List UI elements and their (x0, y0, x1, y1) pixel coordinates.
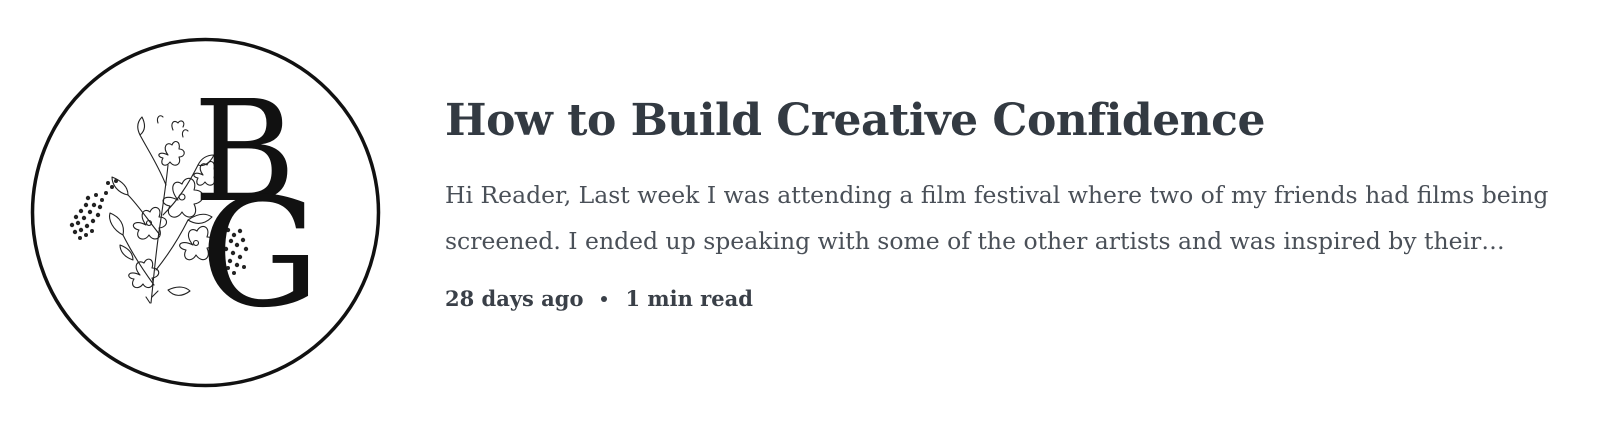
post-meta: 28 days ago 1 min read (445, 286, 1575, 311)
post-title[interactable]: How to Build Creative Confidence (445, 86, 1575, 156)
post-card[interactable]: B G How to Build Creative Confidence Hi … (0, 0, 1600, 432)
post-thumbnail[interactable]: B G (28, 35, 383, 390)
read-time: 1 min read (625, 286, 753, 311)
floral-monogram-logo-icon: B G (30, 37, 381, 388)
post-content: How to Build Creative Confidence Hi Read… (445, 86, 1575, 311)
meta-separator-dot (601, 295, 608, 302)
post-excerpt: Hi Reader, Last week I was attending a f… (445, 181, 1549, 255)
post-date: 28 days ago (445, 286, 584, 311)
monogram-letter-g: G (200, 167, 320, 341)
